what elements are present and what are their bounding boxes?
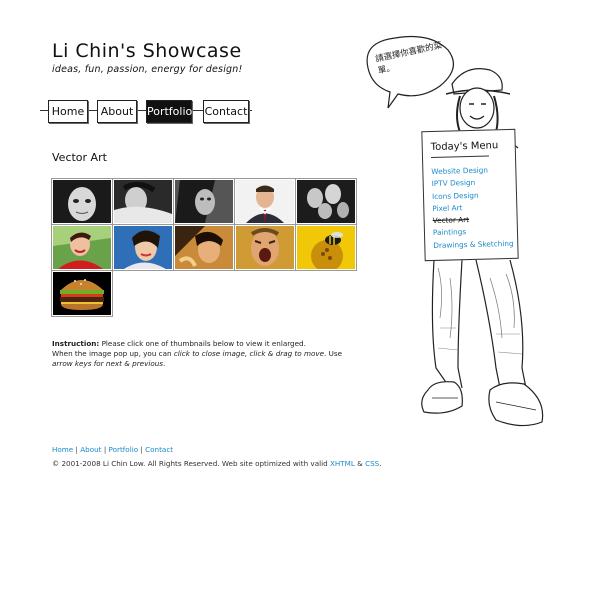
menu-list: Website Design IPTV Design Icons Design … (431, 164, 514, 252)
nav-portfolio-button[interactable]: Portfolio (146, 100, 192, 123)
menu-item-drawings-sketching[interactable]: Drawings & Sketching (433, 238, 514, 252)
footer-link-about[interactable]: About (80, 445, 101, 454)
instructions-line1: Please click one of thumbnails below to … (101, 339, 306, 348)
thumbnail-man-shouting[interactable] (234, 224, 296, 271)
footer-link-contact[interactable]: Contact (145, 445, 173, 454)
footer-separator: | (103, 445, 107, 454)
footer-link-home[interactable]: Home (52, 445, 73, 454)
footer-separator: | (75, 445, 78, 454)
menu-title: Today's Menu (430, 140, 499, 154)
menu-title-underline (430, 155, 489, 159)
thumbnail-woman-reclining[interactable] (112, 178, 174, 225)
instructions-label: Instruction: (52, 339, 100, 348)
thumbnail-burger[interactable] (51, 270, 113, 317)
nav-about-button[interactable]: About (97, 100, 137, 123)
nav-contact-button[interactable]: Contact (203, 100, 249, 123)
thumbnail-girl-face[interactable] (51, 178, 113, 225)
footer-nav: Home | About | Portfolio | Contact (52, 445, 173, 454)
thumbnail-woman-portrait[interactable] (173, 178, 235, 225)
thumbnail-man-suit[interactable] (234, 178, 296, 225)
copyright-end: . (379, 459, 382, 468)
instructions-line2c: . Use (324, 349, 343, 358)
instructions-line2e: . (163, 359, 166, 368)
todays-menu-card: Today's Menu Website Design IPTV Design … (421, 128, 519, 262)
footer-link-portfolio[interactable]: Portfolio (109, 445, 139, 454)
instructions-line2a: When the image pop up, you can (52, 349, 174, 358)
site-tagline: ideas, fun, passion, energy for design! (52, 64, 243, 75)
site-title: Li Chin's Showcase (52, 40, 242, 62)
nav-home-button[interactable]: Home (48, 100, 88, 123)
thumbnail-family-portrait[interactable] (295, 178, 357, 225)
thumbnail-bee-on-flower[interactable] (295, 224, 357, 271)
instructions-line2b: click to close image, click & drag to mo… (173, 349, 325, 358)
main-nav: Home About Portfolio Contact (40, 96, 252, 126)
copyright-text: © 2001-2008 Li Chin Low. All Rights Rese… (52, 459, 330, 468)
footer-separator: | (140, 445, 143, 454)
instructions-line2d: arrow keys for next & previous (52, 359, 164, 368)
css-link[interactable]: CSS (365, 459, 379, 468)
thumbnail-woman-red-top[interactable] (51, 224, 113, 271)
section-title: Vector Art (52, 151, 107, 164)
thumbnail-woman-blue-background[interactable] (112, 224, 174, 271)
instructions-text: Instruction: Please click one of thumbna… (52, 339, 352, 369)
xhtml-link[interactable]: XHTML (330, 459, 355, 468)
footer-copyright: © 2001-2008 Li Chin Low. All Rights Rese… (52, 459, 382, 468)
copyright-amp: & (354, 459, 366, 468)
thumbnail-woman-yellow-light[interactable] (173, 224, 235, 271)
